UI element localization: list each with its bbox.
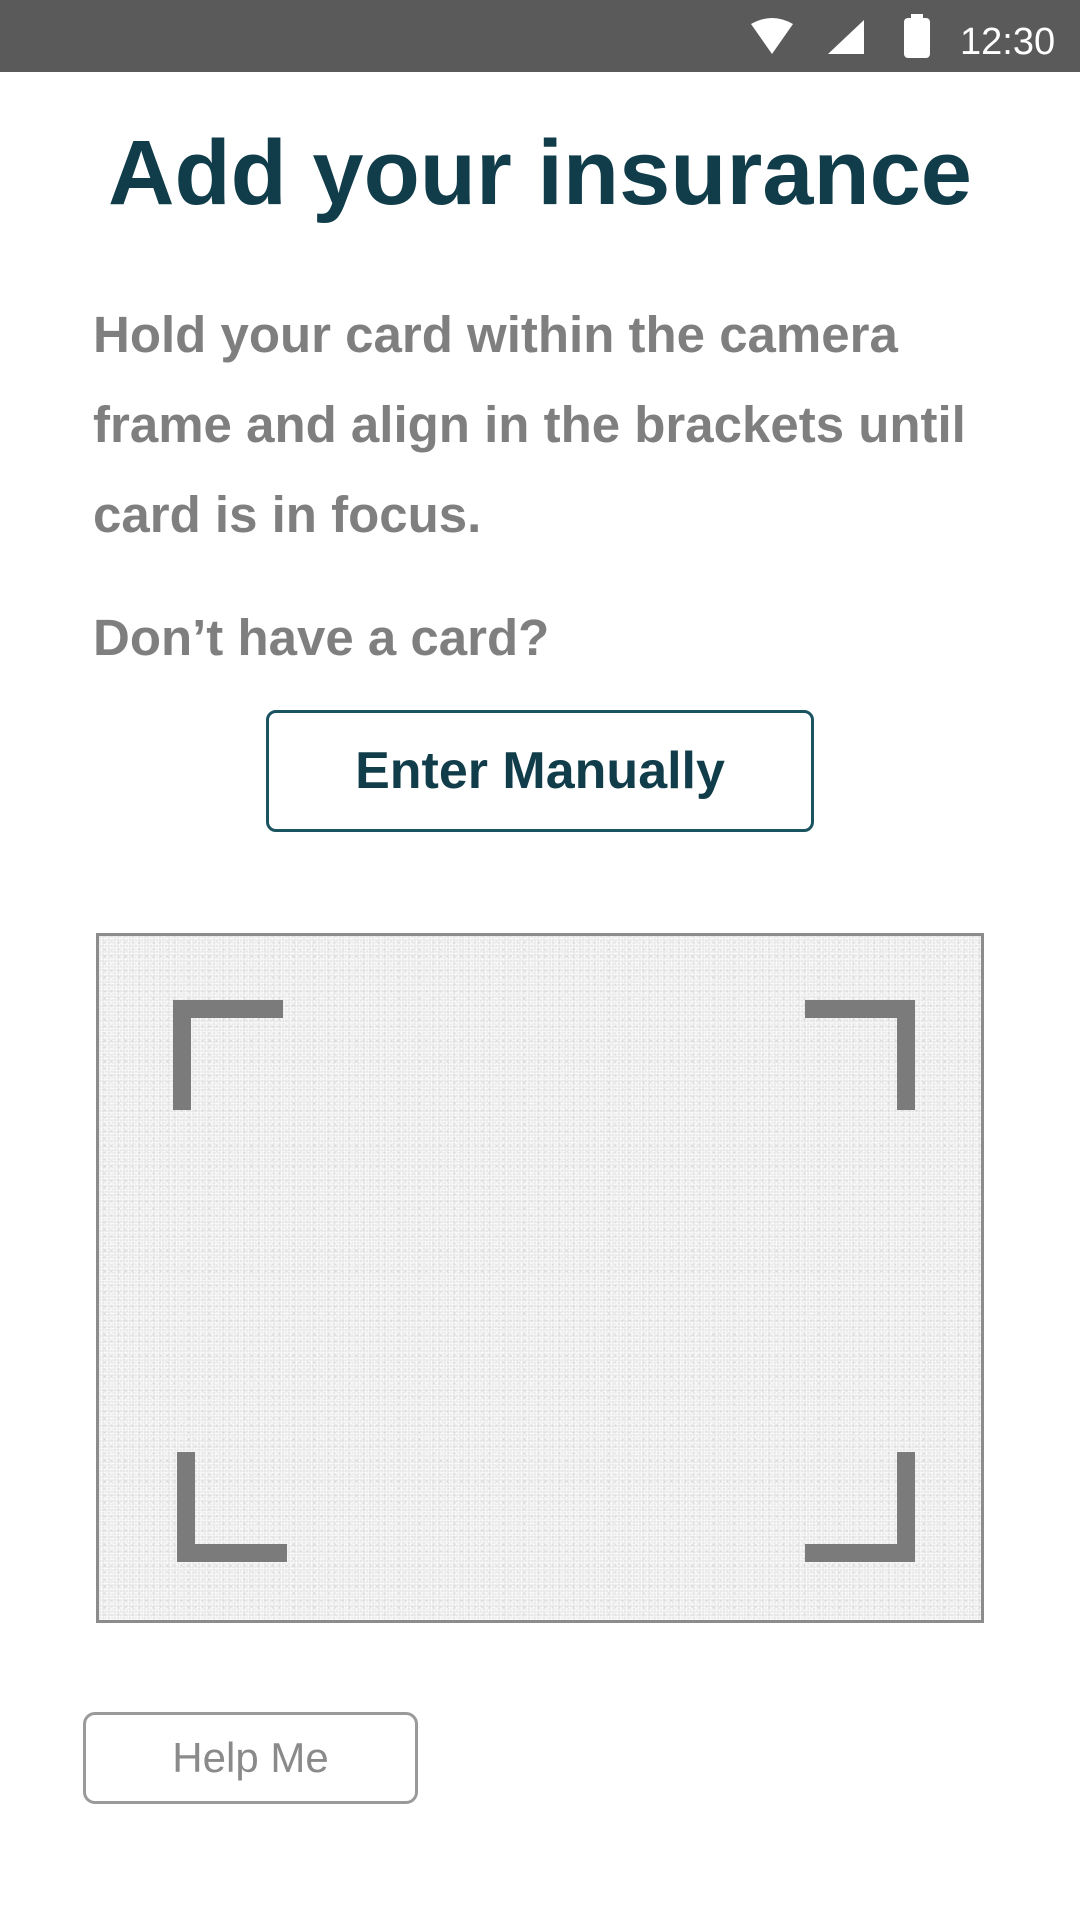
enter-manually-button[interactable]: Enter Manually (266, 710, 814, 832)
help-me-button[interactable]: Help Me (83, 1712, 418, 1804)
bracket-top-right (805, 1000, 915, 1110)
bracket-bottom-left (177, 1452, 287, 1562)
no-card-prompt: Don’t have a card? (93, 609, 550, 666)
wifi-icon (751, 18, 793, 54)
battery-icon (902, 14, 932, 58)
signal-icon (828, 20, 864, 54)
bracket-top-left (173, 1000, 283, 1110)
bracket-bottom-right (805, 1452, 915, 1562)
status-bar: 12:30 (0, 0, 1080, 72)
instructions-text: Hold your card within the camera frame a… (93, 306, 966, 543)
page-title: Add your insurance (108, 122, 972, 224)
status-time: 12:30 (960, 21, 1056, 63)
camera-viewfinder (96, 933, 984, 1623)
